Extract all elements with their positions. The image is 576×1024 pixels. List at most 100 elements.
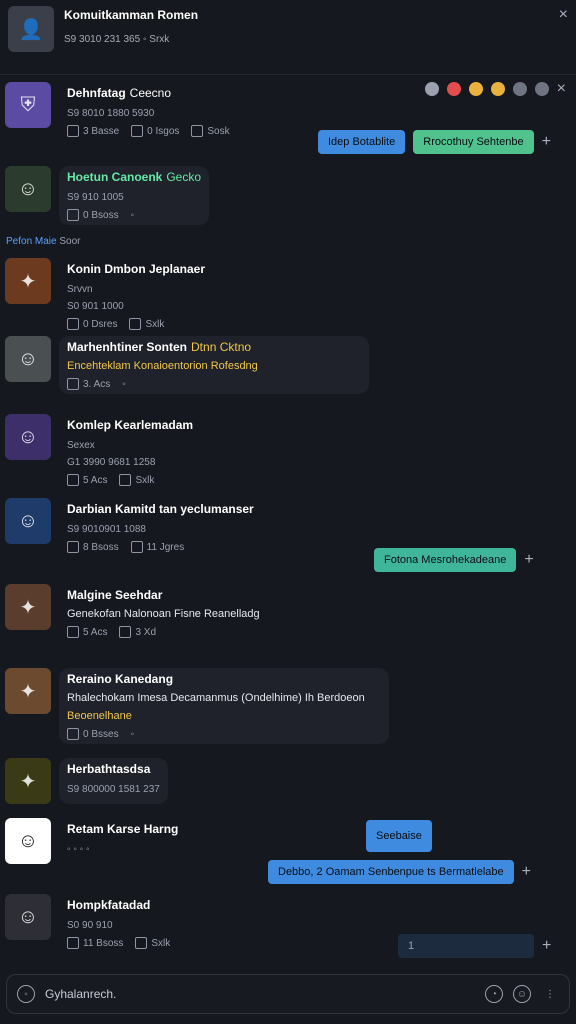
message-author: Reraino Kanedang <box>67 672 174 686</box>
avatar: ✦ <box>5 584 51 630</box>
message-text: Genekofan Nalonoan Fisne Reanelladg <box>67 608 260 620</box>
avatar: ☺ <box>5 336 51 382</box>
attach-icon[interactable]: ◦ <box>17 985 35 1003</box>
message-composer: ◦ Gyhalanrech. ◔ ☺ ⋮ <box>6 974 570 1014</box>
avatar: ⛨ <box>5 82 51 128</box>
message-meta: 11 Bsoss Sxlk <box>67 937 170 949</box>
reply-chips: Fotona Mesrohekadeane + <box>374 548 534 572</box>
avatar: ✦ <box>5 668 51 714</box>
message-text: S9 910 1005 <box>67 192 124 203</box>
reply-chips: 1 + <box>398 934 551 958</box>
message-icon <box>131 125 144 137</box>
message-text: Rhalechokam Imesa Decamanmus (Ondelhime)… <box>67 692 365 704</box>
message-item: ✦ Malgine Seehdar Genekofan Nalonoan Fis… <box>5 584 566 642</box>
message-meta: 3. Acs ◦ <box>67 378 361 390</box>
message-icon <box>67 125 79 137</box>
avatar: ✦ <box>5 758 51 804</box>
user-icon: ☺ <box>17 347 39 370</box>
avatar: ☺ <box>5 498 51 544</box>
message-icon <box>67 937 79 949</box>
message-text: Beoenelhane <box>67 710 132 722</box>
reply-chips: Debbo, 2 Oamam Senbenpue ts Bermatlelabe… <box>268 860 531 884</box>
message-text: S9 8010 1880 5930 <box>67 108 155 119</box>
message-icon <box>130 541 143 553</box>
user-icon: ☺ <box>17 905 39 928</box>
message-text: ◦ ◦ ◦ ◦ <box>67 844 90 855</box>
message-icon <box>67 728 79 740</box>
message-author: Marhenhtiner Sonten Dtnn Cktno <box>67 340 252 354</box>
message-meta: 3 Basse 0 Isgos Sosk <box>67 125 230 137</box>
add-icon[interactable]: + <box>522 863 531 881</box>
message-author: Hompkfatadad <box>67 898 151 912</box>
message-text: Encehteklam Konaioentorion Rofesdng <box>67 360 258 372</box>
reply-chip[interactable]: Debbo, 2 Oamam Senbenpue ts Bermatlelabe <box>268 860 514 884</box>
message-author: Dehnfatag Ceecno <box>67 86 172 100</box>
avatar: 👤 <box>8 6 54 52</box>
emoji-icon[interactable]: ☺ <box>513 985 531 1003</box>
shield-icon: ⛨ <box>20 93 36 116</box>
more-icon[interactable]: ⋮ <box>541 985 559 1003</box>
add-icon[interactable]: + <box>542 937 551 955</box>
avatar: ☺ <box>5 894 51 940</box>
message-icon <box>191 125 204 137</box>
message-item: ✦ Herbathtasdsa S9 800000 1581 237 <box>5 758 566 804</box>
message-text: Srvvn <box>67 284 93 295</box>
reply-chip[interactable]: Fotona Mesrohekadeane <box>374 548 517 572</box>
user-icon: ☺ <box>17 177 39 200</box>
reply-chip[interactable]: 1 <box>398 934 534 958</box>
message-icon <box>135 937 148 949</box>
reply-chip[interactable]: Rrocothuy Sehtenbe <box>413 130 534 154</box>
chat-title: Komuitkamman Romen <box>64 8 199 22</box>
message-author: Konin Dmbon Jeplanaer <box>67 262 206 276</box>
user-icon: ☺ <box>17 425 39 448</box>
message-text: S0 90 910 <box>67 920 113 931</box>
message-author: Darbian Kamitd tan yeclumanser <box>67 502 254 516</box>
message-icon <box>67 541 79 553</box>
reply-chip[interactable]: Idep Botablite <box>318 130 406 154</box>
divider <box>0 74 576 75</box>
message-author: Komlep Kearlemadam <box>67 418 194 432</box>
message-item: ☺ Hoetun Canoenk Gecko S9 910 1005 0 Bsos… <box>5 166 566 225</box>
game-icon: ✦ <box>19 770 37 793</box>
message-item: ☺ Retam Karse Harng ◦ ◦ ◦ ◦ <box>5 818 566 864</box>
avatar: ☺ <box>5 414 51 460</box>
message-icon <box>119 626 132 638</box>
message-text: S0 901 1000 <box>67 301 124 312</box>
chat-subtitle: S9 3010 231 365 ◦ Srxk <box>64 34 170 45</box>
game-icon: ✦ <box>19 270 37 293</box>
message-item: ✦ Reraino Kanedang Rhalechokam Imesa Dec… <box>5 668 566 744</box>
close-icon[interactable]: × <box>559 6 568 24</box>
message-author: Hoetun Canoenk Gecko <box>67 170 202 184</box>
composer-input[interactable]: Gyhalanrech. <box>45 987 475 1001</box>
message-text: S9 9010901 1088 <box>67 524 146 535</box>
game-icon: ✦ <box>19 596 37 619</box>
avatar: ✦ <box>5 258 51 304</box>
message-author: Retam Karse Harng <box>67 822 179 836</box>
add-icon[interactable]: + <box>524 551 533 569</box>
message-icon <box>67 318 79 330</box>
avatar-icon: 👤 <box>18 18 44 41</box>
user-icon: ☺ <box>17 829 39 852</box>
message-text: S9 800000 1581 237 <box>67 784 160 795</box>
chat-header: 👤 Komuitkamman Romen S9 3010 231 365 ◦ S… <box>0 0 576 64</box>
message-meta: 0 Bsses ◦ <box>67 728 381 740</box>
clock-icon[interactable]: ◔ <box>485 985 503 1003</box>
message-text: G1 3990 9681 1258 <box>67 457 156 468</box>
reply-chips: Seebaise <box>366 820 432 852</box>
game-icon: ✦ <box>19 680 37 703</box>
message-icon <box>67 378 79 390</box>
message-item: ☺ Marhenhtiner Sonten Dtnn Cktno Encehtek… <box>5 336 566 394</box>
message-icon <box>129 318 142 330</box>
message-item: ☺ Komlep Kearlemadam Sexex G1 3990 9681 … <box>5 414 566 490</box>
add-icon[interactable]: + <box>542 133 551 151</box>
message-meta: 0 Dsres Sxlk <box>67 318 205 330</box>
user-icon: ☺ <box>17 509 39 532</box>
message-icon <box>67 474 79 486</box>
message-item: ✦ Konin Dmbon Jeplanaer Srvvn S0 901 100… <box>5 258 566 334</box>
message-icon <box>67 209 79 221</box>
reply-chip[interactable]: Seebaise <box>366 820 432 852</box>
message-meta: 5 Acs 3 Xd <box>67 626 260 638</box>
message-meta: 0 Bsoss ◦ <box>67 209 201 221</box>
message-meta: 8 Bsoss 11 Jgres <box>67 541 254 553</box>
avatar: ☺ <box>5 166 51 212</box>
